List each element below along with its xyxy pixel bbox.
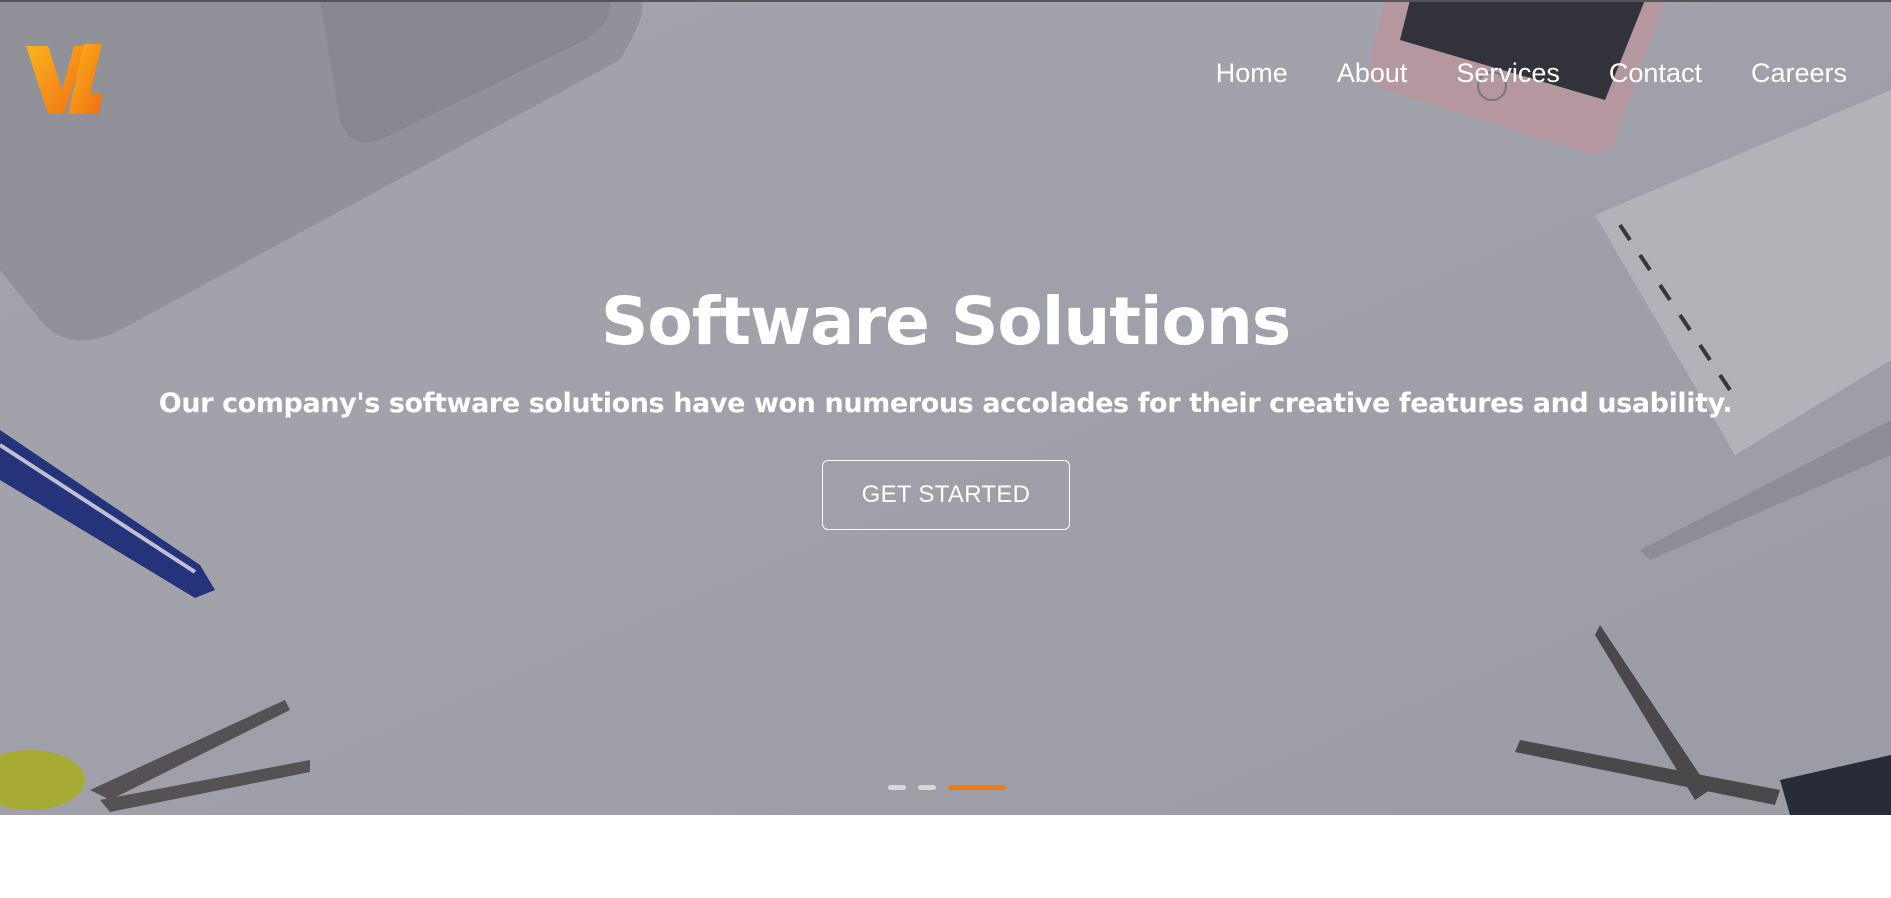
hero-title: Software Solutions: [600, 283, 1291, 360]
nav-home[interactable]: Home: [1216, 54, 1288, 92]
hero-carousel: Home About Services Contact Careers Soft…: [0, 0, 1891, 815]
carousel-indicator-1[interactable]: [888, 785, 906, 790]
top-border: [0, 0, 1891, 2]
nav-contact[interactable]: Contact: [1609, 54, 1702, 92]
nav-careers[interactable]: Careers: [1751, 54, 1847, 92]
hero-subtitle: Our company's software solutions have wo…: [158, 388, 1733, 419]
main-nav: Home About Services Contact Careers: [1167, 54, 1847, 92]
nav-about[interactable]: About: [1337, 54, 1408, 92]
carousel-indicator-3-active[interactable]: [948, 785, 1006, 790]
carousel-indicators: [888, 785, 1018, 790]
get-started-button[interactable]: GET STARTED: [822, 460, 1070, 530]
vl-logo-icon[interactable]: [26, 44, 104, 116]
carousel-indicator-2[interactable]: [918, 785, 936, 790]
nav-services[interactable]: Services: [1456, 54, 1560, 92]
page-content-below: [0, 815, 1891, 898]
